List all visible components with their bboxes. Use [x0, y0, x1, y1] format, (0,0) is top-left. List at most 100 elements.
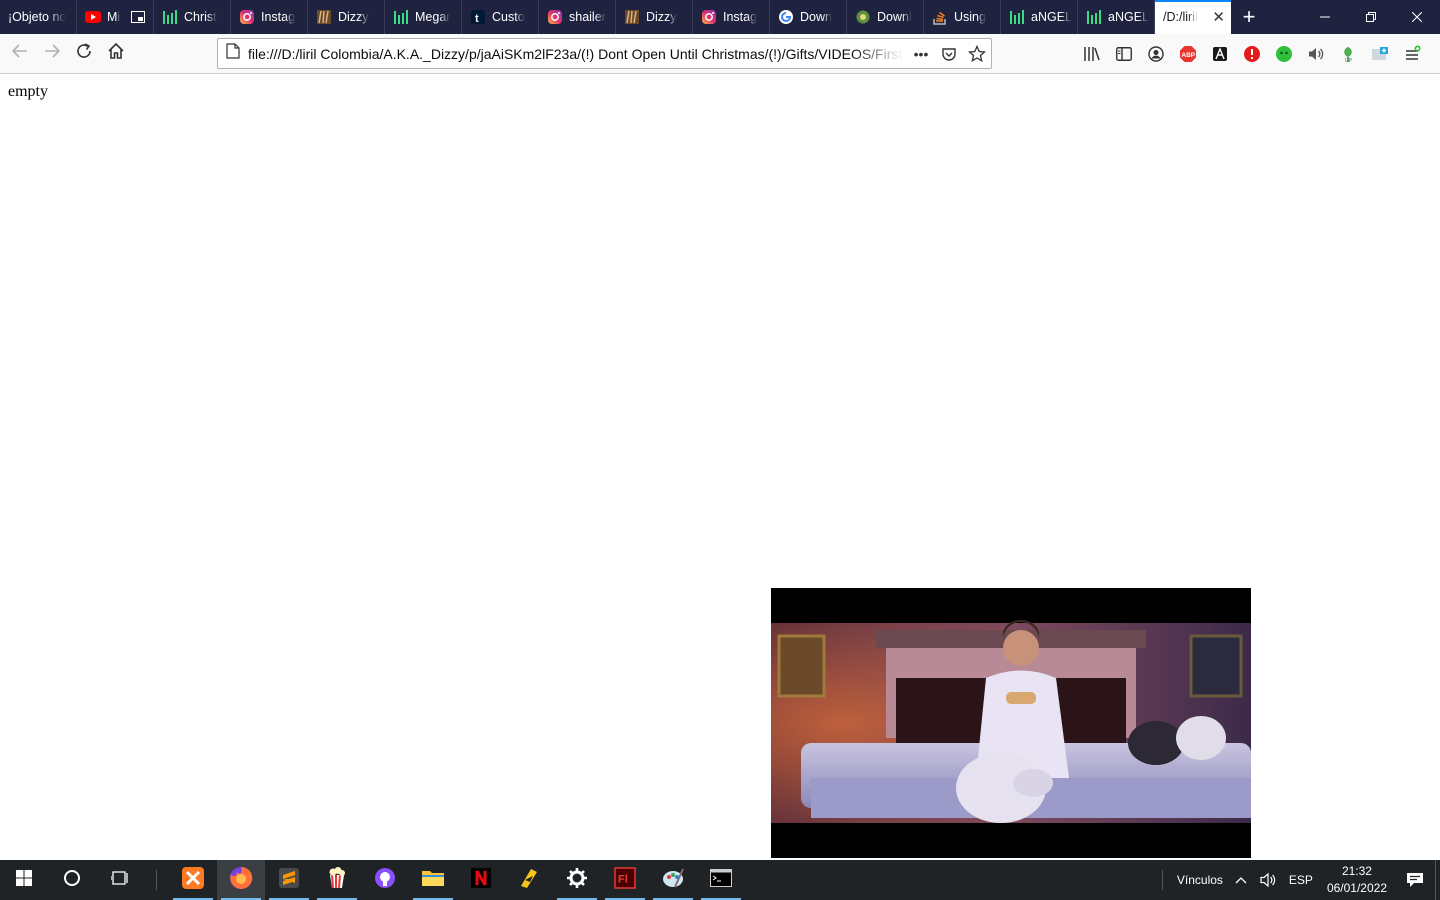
system-tray: Vínculos ESP 21:32 06/01/2022: [1161, 860, 1440, 900]
browser-tab[interactable]: Christ: [154, 0, 231, 34]
browser-tab[interactable]: shailer: [539, 0, 616, 34]
extension-red-icon[interactable]: [1236, 38, 1268, 70]
tab-strip: ¡Objeto no Mi Christ Instag Dizzy Megar …: [0, 0, 1440, 34]
restore-button[interactable]: [1348, 0, 1394, 34]
firefox-app[interactable]: [217, 860, 265, 900]
palette-icon: [661, 867, 685, 894]
navigation-toolbar: file:///D:/liril Colombia/A.K.A._Dizzy/p…: [0, 34, 1440, 74]
toolbar-extensions: ABP UP: [1076, 38, 1428, 70]
show-hidden-icons-icon[interactable]: [1229, 860, 1253, 900]
svg-text:t: t: [475, 13, 479, 25]
bookmark-star-icon[interactable]: [963, 40, 991, 68]
back-button[interactable]: [4, 38, 36, 70]
stats-icon: [393, 9, 409, 25]
forward-button[interactable]: [36, 38, 68, 70]
url-bar[interactable]: file:///D:/liril Colombia/A.K.A._Dizzy/p…: [217, 38, 992, 69]
sidebar-icon[interactable]: [1108, 38, 1140, 70]
window-controls: [1302, 0, 1440, 34]
tab-title: Dizzy: [338, 10, 369, 24]
github-icon: [374, 867, 396, 894]
search-button[interactable]: [48, 860, 96, 900]
sublime-text-app[interactable]: [265, 860, 313, 900]
reload-button[interactable]: [68, 38, 100, 70]
account-icon[interactable]: [1140, 38, 1172, 70]
browser-tab[interactable]: Megar: [385, 0, 462, 34]
browser-tab[interactable]: ¡Objeto no: [0, 0, 77, 34]
xampp-app[interactable]: [169, 860, 217, 900]
svg-text:Fl: Fl: [618, 873, 628, 885]
language-indicator[interactable]: ESP: [1283, 860, 1319, 900]
instagram-icon: [547, 9, 563, 25]
windows-taskbar: Fl Vínculos ESP 21:32 06/01/2022: [0, 860, 1440, 900]
cortana-circle-icon: [63, 869, 81, 892]
extension-leaf-icon[interactable]: UP: [1332, 38, 1364, 70]
new-tab-button[interactable]: +: [1233, 0, 1265, 34]
library-icon[interactable]: [1076, 38, 1108, 70]
extension-dark-icon[interactable]: [1204, 38, 1236, 70]
browser-tab[interactable]: Down: [770, 0, 847, 34]
pocket-icon[interactable]: [935, 40, 963, 68]
file-explorer-app[interactable]: [409, 860, 457, 900]
browser-tab[interactable]: Dizzy: [308, 0, 385, 34]
page-content: empty: [0, 74, 1440, 860]
back-arrow-icon: [11, 42, 29, 65]
github-desktop-app[interactable]: [361, 860, 409, 900]
browser-tab[interactable]: Mi: [77, 0, 154, 34]
menu-icon[interactable]: [1396, 38, 1428, 70]
clock[interactable]: 21:32 06/01/2022: [1319, 860, 1395, 900]
video-frame: [771, 588, 1251, 858]
browser-tab[interactable]: Downl: [847, 0, 924, 34]
terminal-icon: [710, 868, 732, 892]
volume-icon[interactable]: [1300, 38, 1332, 70]
clock-time: 21:32: [1341, 864, 1372, 878]
url-text[interactable]: file:///D:/liril Colombia/A.K.A._Dizzy/p…: [248, 46, 903, 62]
tab-title: Mi: [107, 10, 121, 24]
page-icon: [226, 43, 240, 64]
browser-tab[interactable]: Dizzy: [616, 0, 693, 34]
minimize-button[interactable]: [1302, 0, 1348, 34]
browser-tab[interactable]: t Custo: [462, 0, 539, 34]
picture-in-picture-icon[interactable]: [130, 9, 146, 25]
tab-title: aNGEL: [1108, 10, 1149, 24]
tab-title: Custo: [492, 10, 525, 24]
dizzy-icon: [316, 9, 332, 25]
start-button[interactable]: [0, 860, 48, 900]
stackoverflow-icon: [932, 9, 948, 25]
action-center-icon[interactable]: [1395, 860, 1435, 900]
browser-tab[interactable]: Instag: [693, 0, 770, 34]
tab-title: /D:/liril: [1163, 10, 1198, 24]
video-player[interactable]: [771, 588, 1251, 858]
task-view-button[interactable]: [96, 860, 144, 900]
browser-tab[interactable]: Instag: [231, 0, 308, 34]
home-icon: [107, 42, 125, 65]
show-desktop-button[interactable]: [1435, 860, 1440, 900]
taskbar-divider: [156, 870, 157, 890]
popcorn-app[interactable]: [313, 860, 361, 900]
page-actions-icon[interactable]: •••: [907, 40, 935, 68]
home-button[interactable]: [100, 38, 132, 70]
winamp-app[interactable]: [505, 860, 553, 900]
links-toolbar[interactable]: Vínculos: [1171, 860, 1229, 900]
netflix-app[interactable]: [457, 860, 505, 900]
dizzy-icon: [624, 9, 640, 25]
browser-tab[interactable]: Using: [924, 0, 1001, 34]
browser-tab-active[interactable]: /D:/liril ✕: [1155, 0, 1231, 34]
adblock-plus-icon[interactable]: ABP: [1172, 38, 1204, 70]
stats-icon: [1009, 9, 1025, 25]
paint-app[interactable]: [649, 860, 697, 900]
browser-tab[interactable]: aNGEL: [1078, 0, 1155, 34]
extension-screen-icon[interactable]: [1364, 38, 1396, 70]
netflix-icon: [470, 867, 492, 894]
terminal-app[interactable]: [697, 860, 745, 900]
extension-green-icon[interactable]: [1268, 38, 1300, 70]
close-window-button[interactable]: [1394, 0, 1440, 34]
speaker-icon[interactable]: [1253, 860, 1283, 900]
page-text: empty: [8, 83, 48, 100]
forward-arrow-icon: [43, 42, 61, 65]
browser-tab[interactable]: aNGEL: [1001, 0, 1078, 34]
firefox-icon: [229, 866, 253, 895]
close-tab-icon[interactable]: ✕: [1212, 8, 1225, 26]
stats-icon: [1086, 9, 1102, 25]
flash-app[interactable]: Fl: [601, 860, 649, 900]
settings-app[interactable]: [553, 860, 601, 900]
